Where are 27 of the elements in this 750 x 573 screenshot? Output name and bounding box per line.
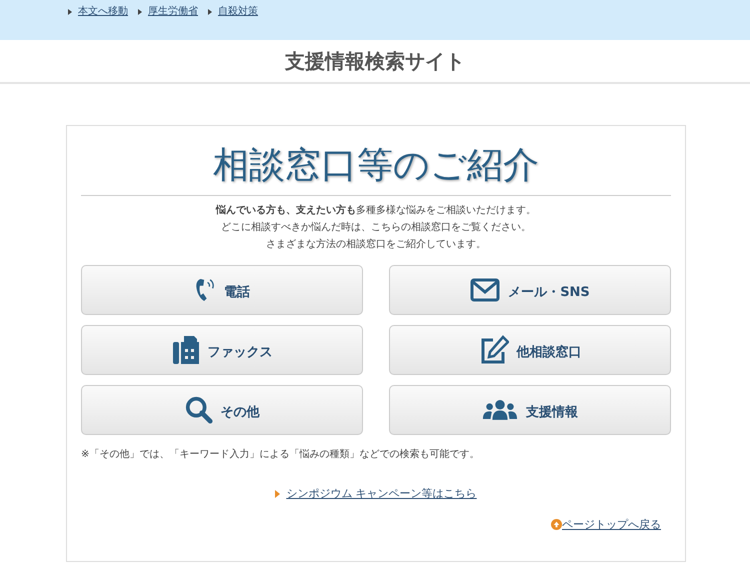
breadcrumb-link[interactable]: 本文へ移動 bbox=[78, 4, 128, 19]
note-text: ※「その他」では、「キーワード入力」による「悩みの種類」などでの検索も可能です。 bbox=[81, 448, 480, 462]
consultation-button[interactable]: ファックス bbox=[81, 325, 363, 376]
up-arrow-icon bbox=[551, 519, 562, 530]
edit-icon bbox=[478, 334, 508, 365]
campaign-link[interactable]: シンポジウム キャンペーン等はこちら bbox=[286, 486, 477, 503]
consultation-button[interactable]: メール・SNS bbox=[389, 265, 671, 316]
arrow-icon bbox=[68, 8, 72, 14]
page-top-link[interactable]: ページトップへ戻る bbox=[562, 516, 661, 534]
consultation-button[interactable]: 電話 bbox=[81, 265, 363, 316]
intro-text: 悩んでいる方も、支えたい方も多種多様な悩みをご相談いただけます。 bbox=[214, 203, 537, 218]
breadcrumb-link[interactable]: 厚生労働省 bbox=[148, 4, 198, 19]
intro-text: さまざまな方法の相談窓口をご紹介しています。 bbox=[265, 238, 487, 252]
consultation-button[interactable]: その他 bbox=[81, 385, 363, 436]
breadcrumb-link[interactable]: 自殺対策 bbox=[218, 4, 258, 19]
consultation-button[interactable]: 他相談窓口 bbox=[389, 325, 671, 376]
site-title: 支援情報検索サイト bbox=[285, 48, 465, 75]
fax-icon bbox=[172, 334, 200, 365]
arrow-icon bbox=[275, 490, 280, 498]
intro-text: どこに相談すべきか悩んだ時は、こちらの相談窓口をご覧ください。 bbox=[220, 220, 532, 236]
search-icon bbox=[184, 396, 212, 424]
consultation-button[interactable]: 支援情報 bbox=[389, 385, 671, 436]
arrow-icon bbox=[208, 8, 212, 14]
people-icon bbox=[482, 399, 518, 420]
mail-icon bbox=[470, 278, 500, 302]
page-heading: 相談窓口等のご紹介 bbox=[81, 144, 671, 196]
arrow-icon bbox=[138, 8, 142, 14]
